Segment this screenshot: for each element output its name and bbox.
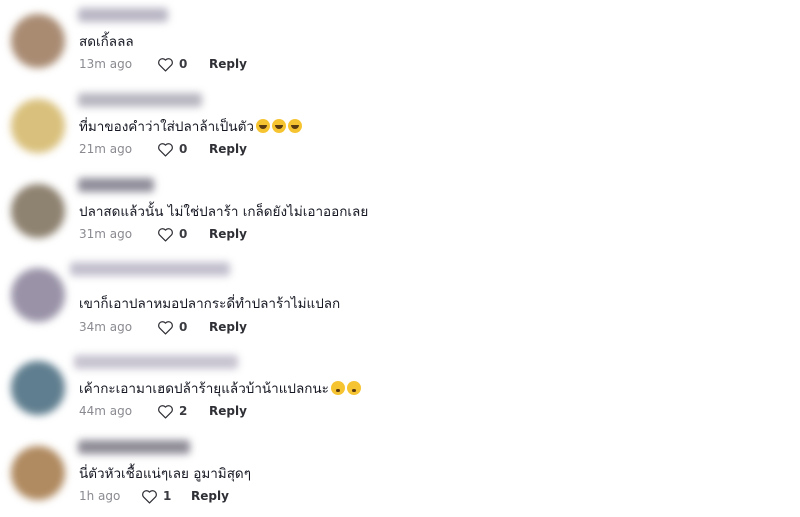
joy-emoji bbox=[287, 119, 302, 133]
heart-icon bbox=[158, 227, 173, 242]
comment-item: เขาก็เอาปลาหมอปลากระดี่ทำปลาร้าไม่แปลก 3… bbox=[0, 254, 800, 338]
comment-text: สดเกิ้ลลล bbox=[79, 30, 134, 52]
joy-emoji bbox=[271, 119, 286, 133]
comment-text: ปลาสดแล้วนั้น ไม่ใช่ปลาร้า เกล็ดยังไม่เอ… bbox=[79, 200, 368, 222]
comment-item: ที่มาของคำว่าใส่ปลาล้าเป็นตัว 21m ago 0 … bbox=[0, 85, 800, 169]
username-blurred[interactable] bbox=[70, 262, 230, 276]
like-count: 0 bbox=[179, 320, 188, 334]
like-count: 0 bbox=[179, 227, 188, 241]
avatar[interactable] bbox=[11, 268, 65, 322]
heart-icon bbox=[158, 57, 173, 72]
comment-text: เค้ากะเอามาเฮดปล้าร้ายุแล้วบ้าน้าแปลกนะ bbox=[79, 377, 361, 399]
comment-timestamp: 1h ago bbox=[79, 489, 121, 503]
username-blurred[interactable] bbox=[78, 178, 154, 192]
comment-item: ปลาสดแล้วนั้น ไม่ใช่ปลาร้า เกล็ดยังไม่เอ… bbox=[0, 170, 800, 254]
reply-button[interactable]: Reply bbox=[209, 57, 247, 71]
like-count: 0 bbox=[179, 142, 188, 156]
comment-text-body: สดเกิ้ลลล bbox=[79, 34, 134, 50]
avatar[interactable] bbox=[11, 99, 65, 153]
avatar[interactable] bbox=[11, 446, 65, 500]
comment-item: สดเกิ้ลลล 13m ago 0 Reply bbox=[0, 0, 800, 84]
comment-text: เขาก็เอาปลาหมอปลากระดี่ทำปลาร้าไม่แปลก bbox=[79, 292, 340, 314]
heart-icon bbox=[158, 404, 173, 419]
comment-timestamp: 21m ago bbox=[79, 142, 133, 156]
like-button[interactable]: 0 bbox=[157, 142, 209, 157]
heart-icon bbox=[142, 489, 157, 504]
comment-text-body: ปลาสดแล้วนั้น ไม่ใช่ปลาร้า เกล็ดยังไม่เอ… bbox=[79, 204, 369, 220]
comment-text-body: นี่ตัวหัวเชื้อแน่ๆเลย อูมามิสุดๆ bbox=[79, 466, 251, 482]
comment-text: นี่ตัวหัวเชื้อแน่ๆเลย อูมามิสุดๆ bbox=[79, 462, 251, 484]
comment-meta: 1h ago 1 Reply bbox=[79, 487, 229, 505]
comment-meta: 13m ago 0 Reply bbox=[79, 55, 247, 73]
comment-meta: 34m ago 0 Reply bbox=[79, 318, 247, 336]
like-button[interactable]: 0 bbox=[157, 57, 209, 72]
like-button[interactable]: 0 bbox=[157, 227, 209, 242]
comment-meta: 31m ago 0 Reply bbox=[79, 225, 247, 243]
comment-text-body: เขาก็เอาปลาหมอปลากระดี่ทำปลาร้าไม่แปลก bbox=[79, 296, 341, 312]
avatar[interactable] bbox=[11, 361, 65, 415]
comment-timestamp: 31m ago bbox=[79, 227, 133, 241]
comment-meta: 21m ago 0 Reply bbox=[79, 140, 247, 158]
joy-emoji bbox=[255, 119, 270, 133]
heart-icon bbox=[158, 320, 173, 335]
comment-list: สดเกิ้ลลล 13m ago 0 Reply ที่มาของคำว่าใ… bbox=[0, 0, 800, 517]
flushed-emoji bbox=[346, 381, 361, 395]
heart-icon bbox=[158, 142, 173, 157]
comment-timestamp: 13m ago bbox=[79, 57, 133, 71]
comment-timestamp: 34m ago bbox=[79, 320, 133, 334]
avatar[interactable] bbox=[11, 14, 65, 68]
flushed-emoji bbox=[330, 381, 345, 395]
comment-item: นี่ตัวหัวเชื้อแน่ๆเลย อูมามิสุดๆ 1h ago … bbox=[0, 432, 800, 516]
reply-button[interactable]: Reply bbox=[209, 404, 247, 418]
comment-text: ที่มาของคำว่าใส่ปลาล้าเป็นตัว bbox=[79, 115, 302, 137]
like-count: 0 bbox=[179, 57, 188, 71]
reply-button[interactable]: Reply bbox=[209, 320, 247, 334]
reply-button[interactable]: Reply bbox=[209, 142, 247, 156]
comment-timestamp: 44m ago bbox=[79, 404, 133, 418]
like-count: 1 bbox=[163, 489, 172, 503]
comment-item: เค้ากะเอามาเฮดปล้าร้ายุแล้วบ้าน้าแปลกนะ … bbox=[0, 347, 800, 431]
like-count: 2 bbox=[179, 404, 188, 418]
comment-text-body: เค้ากะเอามาเฮดปล้าร้ายุแล้วบ้าน้าแปลกนะ bbox=[79, 381, 329, 397]
reply-button[interactable]: Reply bbox=[191, 489, 229, 503]
username-blurred[interactable] bbox=[74, 355, 238, 369]
avatar[interactable] bbox=[11, 184, 65, 238]
username-blurred[interactable] bbox=[78, 93, 202, 107]
like-button[interactable]: 0 bbox=[157, 320, 209, 335]
username-blurred[interactable] bbox=[78, 8, 168, 22]
like-button[interactable]: 1 bbox=[141, 489, 191, 504]
reply-button[interactable]: Reply bbox=[209, 227, 247, 241]
comment-text-body: ที่มาของคำว่าใส่ปลาล้าเป็นตัว bbox=[79, 119, 254, 135]
comment-meta: 44m ago 2 Reply bbox=[79, 402, 247, 420]
username-blurred[interactable] bbox=[78, 440, 190, 454]
like-button[interactable]: 2 bbox=[157, 404, 209, 419]
